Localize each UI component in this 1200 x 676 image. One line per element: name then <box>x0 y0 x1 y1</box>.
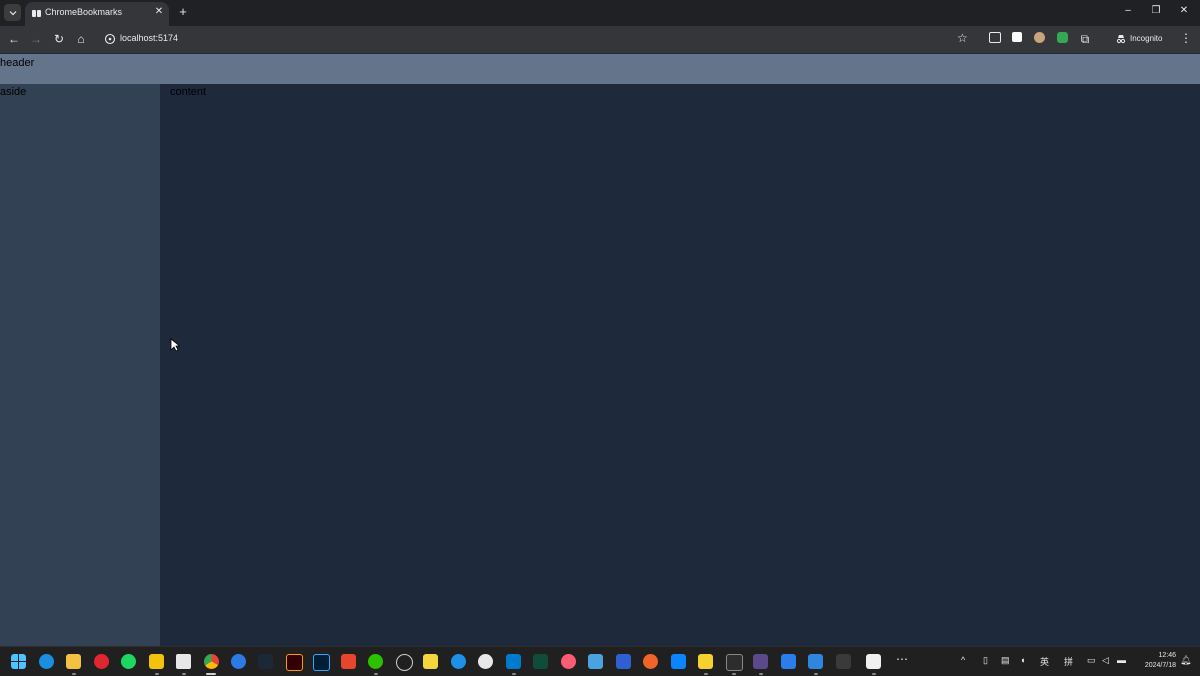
speaker-icon[interactable]: ◁ <box>1102 655 1109 666</box>
header-label: header <box>0 57 35 69</box>
typora-icon[interactable] <box>866 654 881 669</box>
extension-icon[interactable] <box>1034 32 1045 43</box>
app-window-icon[interactable] <box>588 654 603 669</box>
clock-date: 2024/7/18 <box>1144 662 1176 669</box>
app-check-icon[interactable] <box>808 654 823 669</box>
notification-bell-icon[interactable]: 🔔︎ <box>1180 655 1191 666</box>
app-fox-icon[interactable] <box>176 654 191 669</box>
back-icon[interactable]: ← <box>7 32 21 46</box>
tray-app-icon[interactable]: ▤ <box>1001 655 1010 666</box>
app-blue-wave-icon[interactable] <box>671 654 686 669</box>
restore-icon[interactable]: ❐ <box>1148 5 1164 16</box>
windows-start-icon[interactable] <box>11 654 26 669</box>
clock-time: 12:46 <box>1158 652 1176 659</box>
app-yellow-card-icon[interactable] <box>698 654 713 669</box>
app-circle-icon[interactable] <box>396 654 413 671</box>
illustrator-icon[interactable] <box>286 654 303 671</box>
steam-icon[interactable] <box>258 654 273 669</box>
ime-lang-indicator[interactable]: 英 <box>1040 655 1049 668</box>
ime-mode-indicator[interactable]: 拼 <box>1064 655 1073 668</box>
itunes-icon[interactable] <box>561 654 576 669</box>
new-tab-icon[interactable]: + <box>176 4 190 19</box>
close-icon[interactable]: ✕ <box>153 6 165 17</box>
incognito-label: Incognito <box>1130 34 1163 43</box>
url-text[interactable]: localhost:5174 <box>120 33 178 43</box>
more-apps-icon[interactable]: ⋯ <box>896 652 908 666</box>
wechat-icon[interactable] <box>368 654 383 669</box>
incognito-badge[interactable]: Incognito <box>1108 29 1170 49</box>
bookmark-star-icon[interactable]: ☆ <box>957 31 968 45</box>
docker-icon[interactable] <box>451 654 466 669</box>
photoshop-icon[interactable] <box>313 654 330 671</box>
extension-icon[interactable] <box>1012 32 1022 42</box>
mouse-cursor-icon <box>170 338 180 352</box>
content-label: content <box>170 86 207 98</box>
tab-favicon-icon <box>32 10 41 17</box>
app-notes-icon[interactable] <box>423 654 438 669</box>
usb-icon[interactable]: ▯ <box>983 655 988 666</box>
minimize-icon[interactable]: – <box>1120 5 1136 16</box>
app-red-icon[interactable] <box>341 654 356 669</box>
kebab-menu-icon[interactable]: ⋮ <box>1180 31 1192 45</box>
app-cat-icon[interactable] <box>753 654 768 669</box>
aside-label: aside <box>0 86 27 98</box>
app-s-icon[interactable] <box>836 654 851 669</box>
chevron-up-icon[interactable]: ^ <box>961 655 965 665</box>
app-mail-icon[interactable] <box>781 654 796 669</box>
app-blue-window-icon[interactable] <box>616 654 631 669</box>
netease-music-icon[interactable] <box>94 654 109 669</box>
extension-icon[interactable] <box>1057 32 1068 43</box>
vscode-icon[interactable] <box>506 654 521 669</box>
forward-icon[interactable]: → <box>29 32 43 46</box>
site-info-icon[interactable] <box>104 33 116 45</box>
chrome-icon[interactable] <box>204 654 219 669</box>
address-bar[interactable]: localhost:5174 ☆ <box>98 29 978 49</box>
puzzle-icon[interactable]: ⧉ <box>1078 32 1092 46</box>
browser-toolbar: ← → ↻ ⌂ localhost:5174 ☆ ⧉ Incognito ⋮ <box>0 26 1200 53</box>
app-orange-icon[interactable] <box>643 654 658 669</box>
window-close-icon[interactable]: ✕ <box>1176 5 1192 16</box>
home-icon[interactable]: ⌂ <box>74 32 88 46</box>
page-aside: aside <box>0 84 160 646</box>
tab-strip: ChromeBookmarks ✕ + – ❐ ✕ <box>0 0 1200 26</box>
battery-icon[interactable]: ▬ <box>1117 655 1126 665</box>
taskbar: ⋯ ^ ▯ ▤ ◖ 英 拼 ▭ ◁ ▬ 12:46 2024/7/18 🔔︎ <box>0 646 1200 676</box>
reload-icon[interactable]: ↻ <box>52 32 66 46</box>
page-header: header <box>0 54 1200 84</box>
file-explorer-icon[interactable] <box>66 654 81 669</box>
incognito-icon <box>1116 35 1126 44</box>
spotify-icon[interactable] <box>121 654 136 669</box>
tab-title: ChromeBookmarks <box>45 7 123 17</box>
cast-icon[interactable] <box>989 32 1001 43</box>
browser-tab[interactable]: ChromeBookmarks ✕ <box>25 2 169 26</box>
edge-icon[interactable] <box>39 654 54 669</box>
system-clock[interactable]: 12:46 2024/7/18 <box>1132 651 1176 671</box>
app-yellow-icon[interactable] <box>149 654 164 669</box>
app-ball-icon[interactable] <box>478 654 493 669</box>
terminal-icon[interactable] <box>726 654 743 671</box>
display-icon[interactable]: ▭ <box>1087 655 1096 666</box>
app-blue-icon[interactable] <box>231 654 246 669</box>
page-content: content <box>160 84 1200 646</box>
microphone-icon[interactable]: ◖ <box>1020 655 1025 665</box>
web-page: header aside content <box>0 53 1200 646</box>
tab-search-icon[interactable] <box>4 4 21 21</box>
app-terminal-dark-icon[interactable] <box>533 654 548 669</box>
